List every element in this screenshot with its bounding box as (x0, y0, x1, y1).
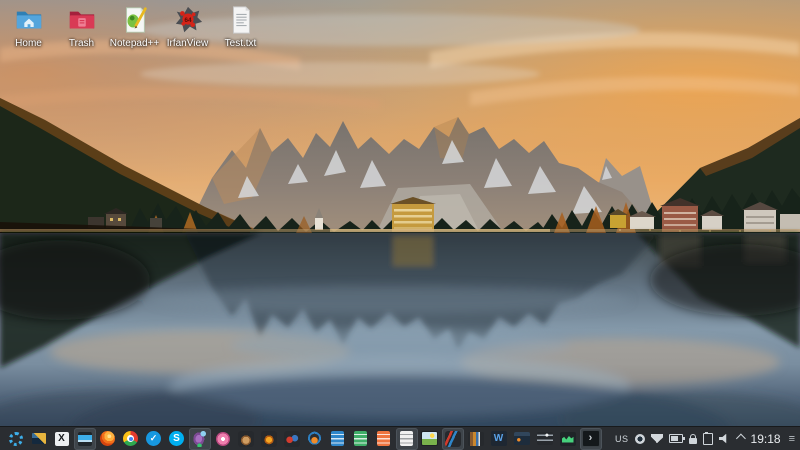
tray-screen-lock[interactable] (689, 430, 697, 448)
taskbar-firefox[interactable] (97, 428, 119, 450)
desktop-icon-label: Home (15, 38, 42, 49)
tray-battery[interactable] (669, 430, 683, 448)
taskbar-calc-doc[interactable] (350, 428, 372, 450)
taskbar-audio-editor[interactable] (281, 428, 303, 450)
desktop-icon-home[interactable]: Home (2, 5, 55, 49)
terminal-icon (582, 430, 600, 447)
settings-app-icon (537, 432, 553, 445)
taskbar-paint-app[interactable] (189, 428, 211, 450)
taskbar-show-desktop[interactable] (28, 428, 50, 450)
svg-text:64: 64 (184, 17, 192, 24)
vector-app-icon (445, 431, 461, 447)
desktop-icon-trash[interactable]: Trash (55, 5, 108, 49)
taskbar-xterm[interactable] (51, 428, 73, 450)
paint-app-icon (191, 430, 208, 447)
network-icon (651, 434, 663, 443)
image-viewer-icon (421, 431, 438, 446)
show-desktop-icon (32, 433, 46, 444)
word-icon (491, 431, 507, 446)
volume-icon (719, 434, 730, 444)
taskbar-gimp[interactable] (235, 428, 257, 450)
irfanview-icon: 64 (173, 5, 203, 35)
tray-volume[interactable] (719, 430, 730, 448)
notepadpp-icon (120, 5, 150, 35)
taskbar-pink-media-app[interactable] (212, 428, 234, 450)
firefox-icon (100, 431, 115, 446)
taskbar-check-app[interactable] (143, 428, 165, 450)
audio-editor-icon (284, 431, 300, 447)
desktop-icon-label: Trash (69, 38, 94, 49)
taskbar-library-app[interactable] (465, 428, 487, 450)
impress-doc-icon (377, 431, 390, 446)
taskbar-word[interactable] (488, 428, 510, 450)
tray-expand-tray[interactable] (736, 430, 743, 448)
chrome-icon (123, 431, 138, 446)
trash-folder-icon (67, 5, 97, 35)
taskbar-text-editor[interactable] (396, 428, 418, 450)
home-folder-icon (14, 5, 44, 35)
desktop-icon-label: IrfanView (167, 38, 209, 49)
taskbar-items (4, 427, 602, 450)
desktop-icon-label: Notepad++ (110, 38, 160, 49)
system-monitor-icon (560, 432, 576, 446)
desktop-icon-irfanview[interactable]: 64 IrfanView (161, 5, 214, 49)
battery-icon (669, 434, 683, 443)
taskbar-toolbox-app[interactable] (511, 428, 533, 450)
check-app-icon (146, 431, 161, 446)
tray-clipboard[interactable] (703, 430, 713, 448)
taskbar-vector-app[interactable] (442, 428, 464, 450)
wallpaper-image (0, 0, 800, 426)
desktop-icon-notepadpp[interactable]: Notepad++ (108, 5, 161, 49)
writer-doc-icon (331, 431, 344, 446)
desktop-icon-label: Test.txt (225, 38, 257, 49)
taskbar-image-viewer[interactable] (419, 428, 441, 450)
taskbar-writer-doc[interactable] (327, 428, 349, 450)
taskbar-settings-app[interactable] (534, 428, 556, 450)
taskbar-app-launcher[interactable] (5, 428, 27, 450)
clock[interactable]: 19:18 (751, 432, 781, 446)
taskbar-blender[interactable] (258, 428, 280, 450)
expand-tray-icon (736, 434, 746, 444)
library-app-icon (468, 432, 484, 446)
tray-keyboard-layout[interactable]: US (615, 430, 629, 448)
gimp-icon (238, 431, 254, 447)
desktop-surface[interactable]: Home Trash Notepad++ (0, 0, 800, 450)
taskbar-impress-doc[interactable] (373, 428, 395, 450)
pink-media-app-icon (216, 432, 230, 446)
skype-icon (169, 431, 184, 446)
taskbar-file-manager[interactable] (74, 428, 96, 450)
text-file-icon (226, 5, 256, 35)
clipboard-icon (703, 433, 713, 445)
desktop-icon-testtxt[interactable]: Test.txt (214, 5, 267, 49)
system-tray: US (615, 427, 747, 450)
headphones-app-icon (307, 431, 322, 446)
status-globe-icon (635, 434, 645, 444)
taskbar-system-monitor[interactable] (557, 428, 579, 450)
toolbox-app-icon (514, 432, 530, 445)
taskbar-terminal[interactable] (580, 428, 602, 450)
blender-icon (261, 431, 277, 447)
taskbar-chrome[interactable] (120, 428, 142, 450)
panel-menu-icon[interactable]: ≡ (786, 427, 798, 450)
screen-lock-icon (689, 438, 697, 444)
text-editor-icon (400, 431, 413, 446)
taskbar-skype[interactable] (166, 428, 188, 450)
tray-status-globe[interactable] (635, 430, 645, 448)
taskbar-panel: US 19:18 ≡ (0, 426, 800, 450)
file-manager-icon (78, 432, 92, 446)
calc-doc-icon (354, 431, 367, 446)
xterm-icon (55, 432, 69, 446)
taskbar-headphones-app[interactable] (304, 428, 326, 450)
desktop-icons: Home Trash Notepad++ (2, 5, 267, 49)
tray-network[interactable] (651, 430, 663, 448)
app-launcher-icon (9, 432, 23, 446)
